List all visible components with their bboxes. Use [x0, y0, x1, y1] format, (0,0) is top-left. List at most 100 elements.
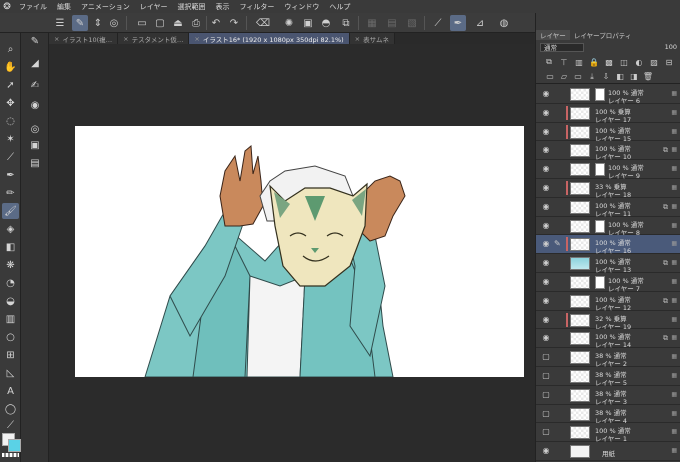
blend-icon[interactable]: ◔	[2, 275, 19, 291]
sub-color-swatch[interactable]	[8, 439, 21, 452]
layer-row[interactable]: ▢ 100 % 通常 レイヤー 1 ▦	[536, 423, 680, 443]
new-file-icon[interactable]: ▭	[134, 15, 150, 31]
close-icon[interactable]: ×	[123, 35, 128, 43]
reference-icon[interactable]: ⊤	[557, 58, 571, 67]
blend-mode-select[interactable]: 通常	[540, 42, 584, 52]
canvas-paper[interactable]	[75, 126, 524, 377]
quick-access-icon[interactable]: ◎	[106, 15, 122, 31]
eye-icon[interactable]: ◉	[541, 315, 551, 325]
subtool-ink-icon[interactable]: ✍	[27, 77, 43, 93]
draft-icon[interactable]: ▥	[572, 58, 586, 67]
snap-special-ruler-icon[interactable]: ✒	[450, 15, 466, 31]
layer-row[interactable]: ◉ 100 % 乗算 レイヤー 17 ▦	[536, 103, 680, 124]
eye-icon[interactable]: ◉	[541, 221, 551, 231]
close-icon[interactable]: ×	[54, 35, 59, 43]
undo-icon[interactable]: ↶	[208, 15, 224, 31]
lasso-icon[interactable]: ◌	[2, 113, 19, 129]
ruler-icon[interactable]: ▤	[384, 15, 400, 31]
pen-icon[interactable]: ✒	[2, 167, 19, 183]
eye-icon[interactable]: ◉	[541, 446, 551, 456]
decoration-icon[interactable]: ❋	[2, 257, 19, 273]
merge-down-icon[interactable]: ⇩	[600, 72, 612, 81]
frame-icon[interactable]: ⊞	[2, 347, 19, 363]
layer-row[interactable]: ◉ 100 % 通常 レイヤー 8 ▦	[536, 216, 680, 237]
close-icon[interactable]: ×	[194, 35, 199, 43]
eye-icon[interactable]: ◉	[541, 108, 551, 118]
layer-lock-icon[interactable]: ▦	[671, 372, 677, 379]
subtool-watercolor-icon[interactable]: ◢	[27, 55, 43, 71]
updown-arrows-icon[interactable]: ⇕	[90, 15, 106, 31]
layer-row[interactable]: ◉ 100 % 通常 レイヤー 10 ⧉ ▦	[536, 141, 680, 161]
layer-row[interactable]: ◉ ✎ 100 % 通常 レイヤー 16 ▦	[536, 235, 680, 255]
print-icon[interactable]: ⎙	[188, 15, 204, 31]
eyedropper-icon[interactable]: ⟋	[2, 149, 19, 165]
layer-lock-icon[interactable]: ▦	[671, 222, 677, 229]
eye-off-icon[interactable]: ▢	[541, 371, 551, 381]
layer-lock-icon[interactable]: ▦	[671, 240, 677, 247]
eye-icon[interactable]: ◉	[541, 89, 551, 99]
move-icon[interactable]: ✥	[2, 95, 19, 111]
menu-help[interactable]: ヘルプ	[324, 2, 355, 12]
layer-row[interactable]: ◉ 100 % 通常 レイヤー 14 ⧉ ▦	[536, 329, 680, 349]
eye-icon[interactable]: ◉	[541, 277, 551, 287]
eye-off-icon[interactable]: ▢	[541, 390, 551, 400]
layer-lock-icon[interactable]: ▦	[671, 316, 677, 323]
menu-selection[interactable]: 選択範囲	[173, 2, 211, 12]
eye-icon[interactable]: ◉	[541, 296, 551, 306]
magic-wand-icon[interactable]: ✶	[2, 131, 19, 147]
eye-icon[interactable]: ◉	[541, 333, 551, 343]
layer-lock-icon[interactable]: ▦	[671, 428, 677, 435]
brush-icon[interactable]: 🖌	[2, 203, 19, 219]
layer-row[interactable]: ▢ 38 % 通常 レイヤー 4 ▦	[536, 404, 680, 425]
snap-ruler-icon[interactable]: ⟋	[430, 15, 446, 31]
tab-testament[interactable]: × テスタメント仮…	[118, 33, 190, 44]
transform-icon[interactable]: ⧉	[338, 15, 354, 31]
lock-transparent-icon[interactable]: ▩	[602, 58, 616, 67]
eye-icon[interactable]: ◉	[541, 202, 551, 212]
hamburger-menu-icon[interactable]: ☰	[52, 15, 68, 31]
eye-off-icon[interactable]: ▢	[541, 427, 551, 437]
eye-icon[interactable]: ◉	[541, 127, 551, 137]
layer-row[interactable]: ◉ 100 % 通常 レイヤー 9 ▦	[536, 160, 680, 180]
tab-layer[interactable]: レイヤー	[536, 30, 570, 40]
subtool-navigator-icon[interactable]: ◉	[27, 97, 43, 113]
guide-icon[interactable]: ▧	[404, 15, 420, 31]
tab-thumbnail[interactable]: × 表サムネ	[349, 33, 395, 44]
save-icon[interactable]: ⏏	[170, 15, 186, 31]
apply-mask-icon[interactable]: ◨	[628, 72, 640, 81]
layer-color-icon[interactable]: ▨	[647, 58, 661, 67]
new-vector-layer-icon[interactable]: ▱	[558, 72, 570, 81]
airbrush-icon[interactable]: ◈	[2, 221, 19, 237]
menu-edit[interactable]: 編集	[52, 2, 76, 12]
clear-icon[interactable]: ⌫	[255, 15, 271, 31]
palette-icon[interactable]: ◐	[632, 58, 646, 67]
tab-illust10[interactable]: × イラスト10(複…	[49, 33, 119, 44]
layer-lock-icon[interactable]: ▦	[671, 146, 677, 153]
ruler-link-icon[interactable]: ⊟	[662, 58, 676, 67]
tab-layer-property[interactable]: レイヤープロパティ	[570, 30, 636, 40]
fill-bucket-icon[interactable]: ◒	[2, 293, 19, 309]
pencil-icon[interactable]: ✏	[2, 185, 19, 201]
layer-row[interactable]: ◉ 100 % 通常 レイヤー 15 ▦	[536, 122, 680, 143]
layer-row[interactable]: ▢ 38 % 通常 レイヤー 3 ▦	[536, 385, 680, 406]
eye-off-icon[interactable]: ▢	[541, 352, 551, 362]
eye-icon[interactable]: ◉	[541, 145, 551, 155]
layer-row[interactable]: ◉ 32 % 乗算 レイヤー 19 ▦	[536, 310, 680, 331]
new-raster-layer-icon[interactable]: ▭	[544, 72, 556, 81]
subtool-color-set-icon[interactable]: ▣	[27, 137, 43, 153]
layer-lock-icon[interactable]: ▦	[671, 90, 677, 97]
operation-icon[interactable]: ➚	[2, 77, 19, 93]
layer-row[interactable]: ▢ 38 % 通常 レイヤー 2 ▦	[536, 348, 680, 368]
eye-icon[interactable]: ◉	[541, 239, 551, 249]
delete-layer-icon[interactable]: 🗑	[642, 72, 654, 81]
layer-lock-icon[interactable]: ▦	[671, 353, 677, 360]
tracing-icon[interactable]: ◍	[496, 15, 512, 31]
layer-row[interactable]: ◉ 100 % 通常 レイヤー 6 ▦	[536, 85, 680, 105]
layer-lock-icon[interactable]: ▦	[671, 184, 677, 191]
layer-row[interactable]: ▢ 38 % 通常 レイヤー 5 ▦	[536, 366, 680, 387]
layer-lock-icon[interactable]: ▦	[671, 334, 677, 341]
layer-lock-icon[interactable]: ▦	[671, 410, 677, 417]
layer-lock-icon[interactable]: ▦	[671, 259, 677, 266]
eraser-icon[interactable]: ◧	[2, 239, 19, 255]
menu-file[interactable]: ファイル	[14, 2, 52, 12]
